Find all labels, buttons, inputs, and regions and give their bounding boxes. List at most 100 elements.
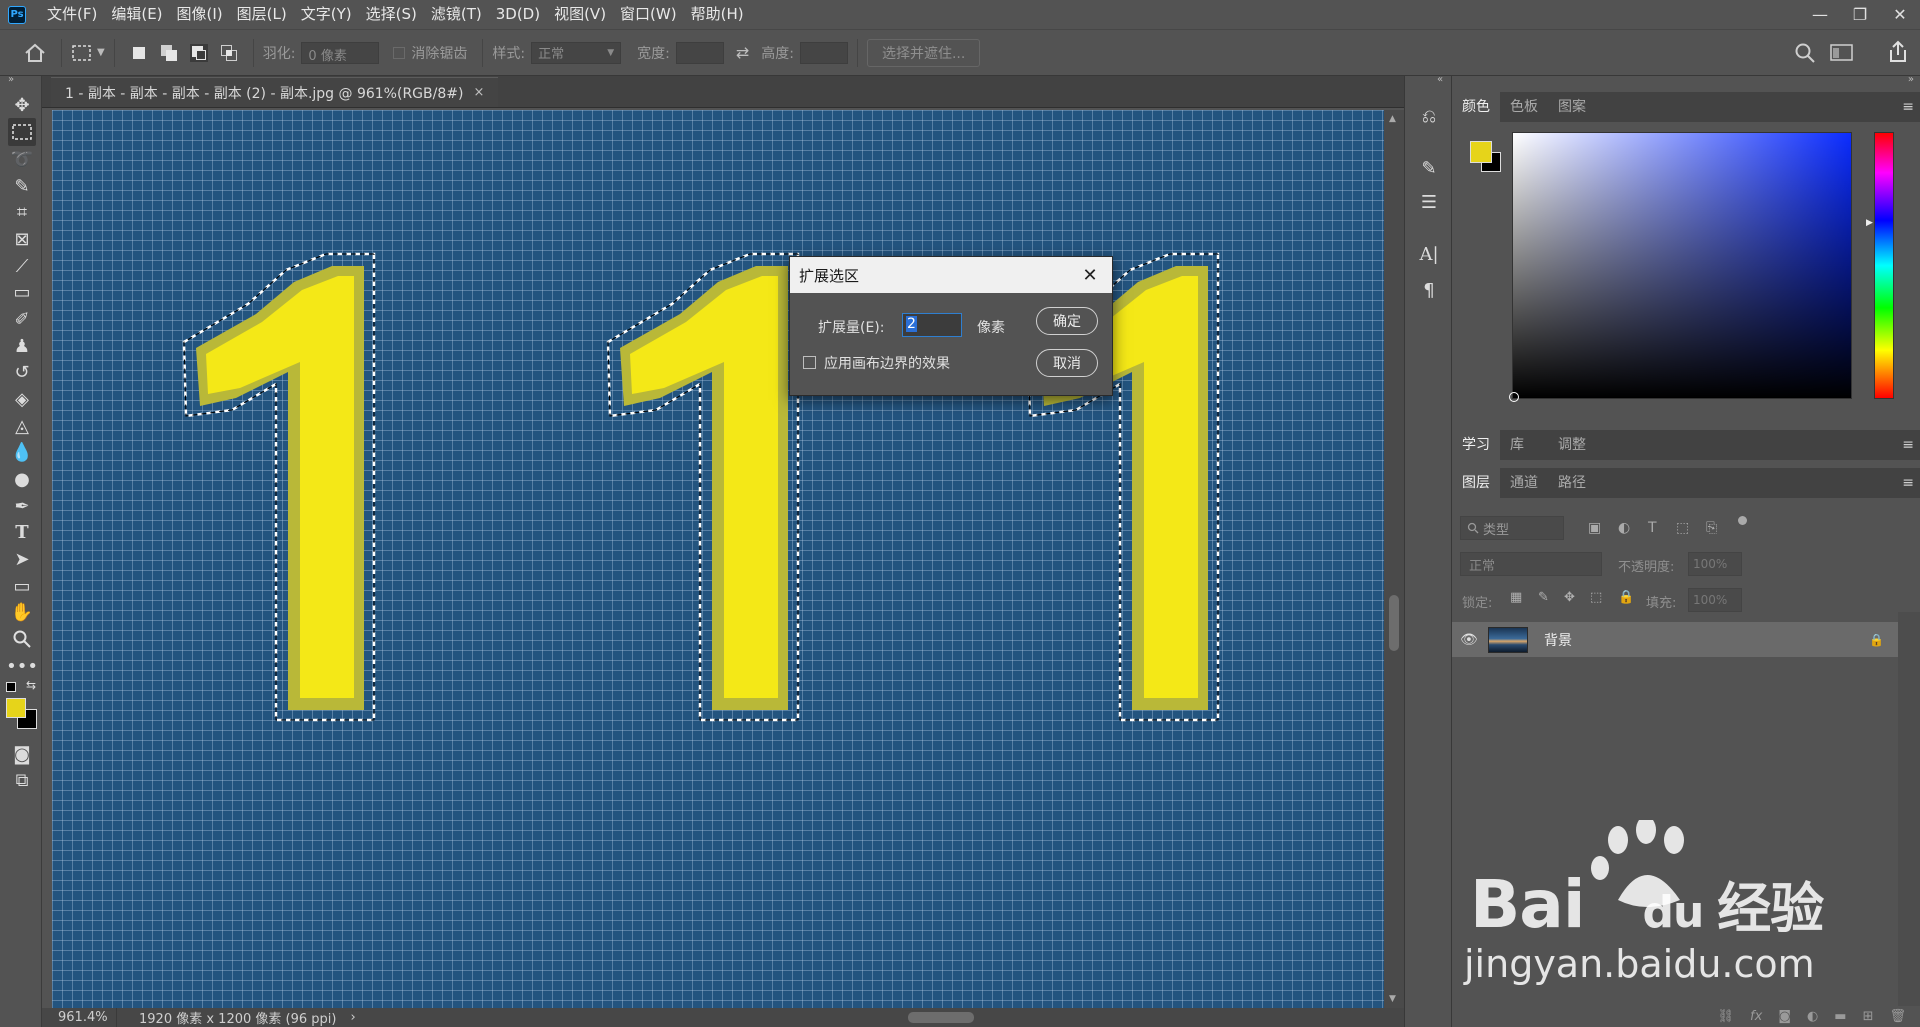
- paragraph-panel-icon[interactable]: ¶: [1417, 278, 1441, 302]
- close-window-button[interactable]: ✕: [1880, 0, 1920, 29]
- menu-window[interactable]: 窗口(W): [613, 0, 684, 29]
- lock-all-icon[interactable]: 🔒: [1618, 590, 1634, 605]
- add-mask-icon[interactable]: ◙: [1778, 1009, 1791, 1024]
- eraser-tool-icon[interactable]: ◈: [8, 385, 36, 413]
- layer-style-icon[interactable]: fx: [1750, 1009, 1762, 1024]
- restore-button[interactable]: ❐: [1840, 0, 1880, 29]
- menu-filter[interactable]: 滤镜(T): [424, 0, 489, 29]
- vertical-scroll-thumb[interactable]: [1389, 595, 1399, 651]
- delete-layer-icon[interactable]: 🗑: [1889, 1009, 1906, 1024]
- subtract-selection-icon[interactable]: [189, 43, 208, 62]
- collapse-toolbox-icon[interactable]: »: [8, 74, 14, 85]
- menu-type[interactable]: 文字(Y): [294, 0, 359, 29]
- opacity-input[interactable]: 100%: [1688, 552, 1742, 576]
- layer-row-background[interactable]: 👁 背景 🔒: [1452, 622, 1898, 657]
- search-icon[interactable]: [1794, 42, 1816, 68]
- foreground-color-swatch[interactable]: [6, 698, 26, 718]
- menu-edit[interactable]: 编辑(E): [104, 0, 169, 29]
- brush-tool-icon[interactable]: ✐: [8, 305, 36, 333]
- link-layers-icon[interactable]: ⛓: [1718, 1009, 1735, 1024]
- tab-paths[interactable]: 路径: [1548, 468, 1596, 498]
- vertical-scrollbar[interactable]: ▲ ▼: [1384, 110, 1404, 1008]
- filter-toggle-icon[interactable]: [1738, 516, 1747, 525]
- menu-file[interactable]: 文件(F): [40, 0, 104, 29]
- quick-mask-icon[interactable]: ◙: [8, 740, 36, 768]
- lock-position-icon[interactable]: ✥: [1564, 590, 1575, 605]
- close-tab-icon[interactable]: ×: [473, 85, 484, 100]
- collapse-panels-icon[interactable]: «: [1437, 74, 1443, 85]
- move-tool-icon[interactable]: ✥: [8, 91, 36, 119]
- eye-icon[interactable]: 👁: [1460, 632, 1480, 648]
- intersect-selection-icon[interactable]: [220, 44, 238, 62]
- default-colors-icon[interactable]: [6, 682, 16, 692]
- lock-artboard-icon[interactable]: ⬚: [1590, 590, 1602, 605]
- tab-library[interactable]: 库: [1500, 430, 1534, 460]
- new-selection-icon[interactable]: [130, 44, 148, 62]
- hue-slider-arrow[interactable]: ▶: [1866, 218, 1873, 228]
- width-input[interactable]: [675, 41, 724, 64]
- tab-adjustments[interactable]: 调整: [1548, 430, 1596, 460]
- blur-tool-icon[interactable]: 💧: [8, 438, 36, 466]
- screen-mode-icon[interactable]: ⧉: [8, 766, 36, 794]
- new-layer-icon[interactable]: ⊞: [1863, 1009, 1874, 1024]
- hue-slider[interactable]: [1874, 132, 1894, 399]
- cancel-button[interactable]: 取消: [1036, 349, 1098, 377]
- fill-input[interactable]: 100%: [1688, 588, 1742, 612]
- blend-mode-select[interactable]: 正常: [1460, 552, 1602, 576]
- character-panel-icon[interactable]: A|: [1417, 242, 1441, 266]
- select-and-mask-button[interactable]: 选择并遮住...: [866, 38, 981, 67]
- apply-canvas-checkbox[interactable]: [803, 356, 816, 369]
- brush-settings-icon[interactable]: ✎: [1417, 156, 1441, 180]
- new-group-icon[interactable]: ▬: [1834, 1009, 1846, 1024]
- share-icon[interactable]: [1888, 40, 1908, 68]
- expand-amount-input[interactable]: 2: [902, 313, 962, 337]
- filter-shape-icon[interactable]: ⬚: [1676, 520, 1689, 536]
- adjustment-layer-icon[interactable]: ◐: [1807, 1009, 1818, 1024]
- stamp-tool-icon[interactable]: ♟: [8, 332, 36, 360]
- rect-marquee-tool-icon[interactable]: [8, 118, 36, 146]
- paint-bucket-icon[interactable]: ◬: [8, 412, 36, 440]
- filter-smart-icon[interactable]: ⎘: [1706, 520, 1717, 536]
- healing-brush-icon[interactable]: ▭: [8, 278, 36, 306]
- history-brush-icon[interactable]: ↺: [8, 358, 36, 386]
- horizontal-scroll-thumb[interactable]: [908, 1012, 974, 1023]
- minimize-button[interactable]: —: [1800, 0, 1840, 29]
- menu-3d[interactable]: 3D(D): [489, 0, 547, 29]
- tab-layers[interactable]: 图层: [1452, 468, 1500, 498]
- collapse-right-icon[interactable]: »: [1908, 74, 1914, 85]
- menu-image[interactable]: 图像(I): [170, 0, 230, 29]
- menu-help[interactable]: 帮助(H): [684, 0, 751, 29]
- hand-tool-icon[interactable]: ✋: [8, 598, 36, 626]
- antialias-checkbox[interactable]: [393, 46, 406, 59]
- history-panel-icon[interactable]: ⎌: [1417, 104, 1441, 128]
- swap-colors-icon[interactable]: ⇆: [26, 678, 36, 692]
- type-tool-icon[interactable]: T: [8, 518, 36, 546]
- panel-menu-icon[interactable]: ≡: [1902, 475, 1914, 491]
- add-selection-icon[interactable]: [160, 44, 178, 62]
- home-icon[interactable]: [18, 36, 52, 70]
- lock-image-icon[interactable]: ✎: [1538, 590, 1549, 605]
- zoom-tool-icon[interactable]: [8, 625, 36, 653]
- rectangle-tool-icon[interactable]: ▭: [8, 572, 36, 600]
- status-arrow-icon[interactable]: ›: [350, 1010, 355, 1025]
- marquee-preset-icon[interactable]: ▼: [71, 43, 105, 63]
- scroll-up-icon[interactable]: ▲: [1389, 114, 1396, 124]
- lasso-tool-icon[interactable]: ➰: [8, 145, 36, 173]
- scroll-down-icon[interactable]: ▼: [1389, 994, 1396, 1004]
- zoom-level[interactable]: 961.4%: [42, 1010, 108, 1025]
- ok-button[interactable]: 确定: [1036, 307, 1098, 335]
- swap-width-height-icon[interactable]: ⇄: [736, 43, 749, 62]
- pen-tool-icon[interactable]: ✒: [8, 492, 36, 520]
- height-input[interactable]: [799, 41, 848, 64]
- path-select-icon[interactable]: ➤: [8, 545, 36, 573]
- more-tools-icon[interactable]: •••: [6, 652, 38, 680]
- tab-channels[interactable]: 通道: [1500, 468, 1548, 498]
- tab-swatches[interactable]: 色板: [1500, 92, 1548, 122]
- panel-menu-icon[interactable]: ≡: [1902, 99, 1914, 115]
- dodge-tool-icon[interactable]: ●: [8, 465, 36, 493]
- adjust-panel-icon[interactable]: ☰: [1417, 190, 1441, 214]
- feather-input[interactable]: 0 像素: [301, 41, 380, 64]
- style-select[interactable]: 正常 ▼: [531, 41, 622, 64]
- menu-view[interactable]: 视图(V): [547, 0, 613, 29]
- eyedropper-tool-icon[interactable]: ⟋: [8, 252, 36, 280]
